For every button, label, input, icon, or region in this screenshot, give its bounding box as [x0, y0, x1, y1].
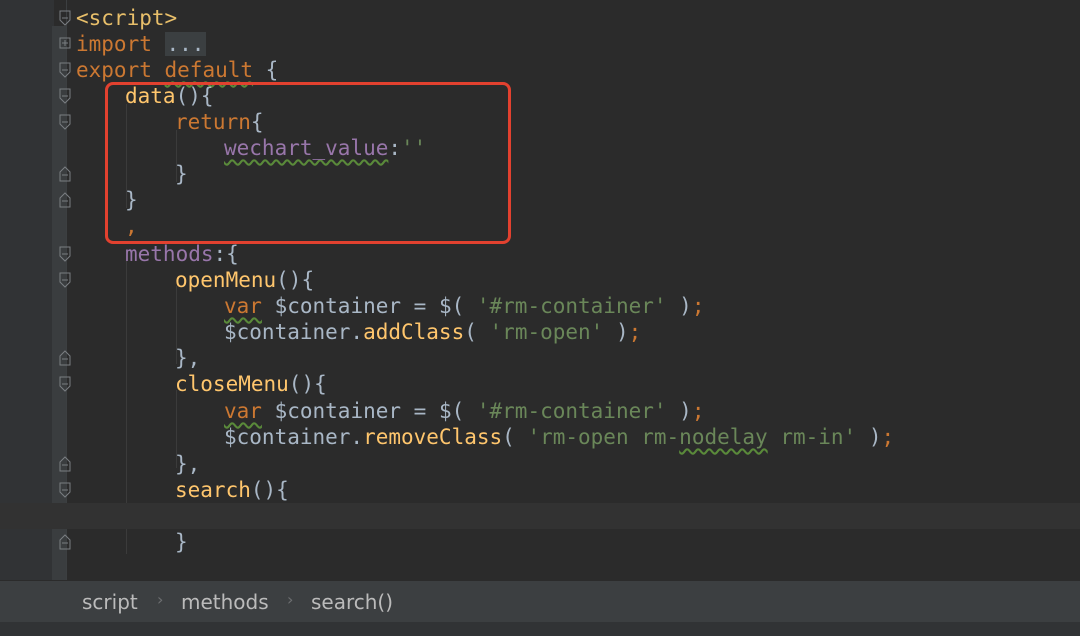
- fold-collapse-icon[interactable]: [59, 62, 71, 78]
- fold-collapse-icon[interactable]: [59, 246, 71, 262]
- fold-collapse-icon[interactable]: [59, 482, 71, 498]
- function-name: search: [175, 478, 251, 502]
- function-name: addClass: [363, 320, 465, 344]
- chevron-right-icon: ›: [157, 590, 164, 609]
- status-strip: [0, 622, 1080, 636]
- fold-collapse-icon[interactable]: [59, 272, 71, 288]
- fold-end-icon[interactable]: [59, 192, 71, 208]
- function-name: closeMenu: [175, 372, 289, 396]
- code-text: {: [253, 58, 279, 82]
- code-line[interactable]: search(){: [0, 477, 1080, 503]
- code-text: ): [666, 399, 692, 423]
- code-line[interactable]: },: [0, 345, 1080, 371]
- string-literal: '#rm-container': [476, 399, 667, 423]
- fold-end-icon[interactable]: [59, 166, 71, 182]
- semicolon: ;: [691, 399, 705, 423]
- breadcrumb-item-search[interactable]: search(): [311, 590, 393, 614]
- var-keyword: var: [224, 399, 262, 423]
- code-text: (){: [250, 478, 289, 502]
- breadcrumb-item-script[interactable]: script: [82, 590, 138, 614]
- string-literal: rm-in': [767, 425, 857, 449]
- code-text: ): [856, 425, 882, 449]
- code-line[interactable]: methods:{: [0, 241, 1080, 267]
- string-literal: '#rm-container': [476, 294, 667, 318]
- export-keyword: export: [76, 58, 152, 82]
- string-literal: 'rm-open': [489, 320, 604, 344]
- var-keyword: var: [224, 294, 262, 318]
- code-text: $container = $(: [261, 399, 477, 423]
- code-text: :{: [213, 242, 239, 266]
- code-line[interactable]: var $container = $( '#rm-container' );: [0, 398, 1080, 424]
- function-name: removeClass: [363, 425, 503, 449]
- breadcrumb-item-methods[interactable]: methods: [181, 590, 269, 614]
- code-editor[interactable]: <script> import ... export default { dat…: [0, 0, 1080, 580]
- property-name: methods: [125, 242, 214, 266]
- import-keyword: import: [76, 32, 152, 56]
- semicolon: ;: [691, 294, 705, 318]
- fold-collapse-icon[interactable]: [59, 10, 71, 26]
- semicolon: ;: [628, 320, 642, 344]
- annotation-highlight-box: [105, 82, 511, 244]
- breadcrumb: script › methods › search(): [0, 580, 1080, 623]
- code-text: (: [502, 425, 528, 449]
- code-line[interactable]: var $container = $( '#rm-container' );: [0, 293, 1080, 319]
- current-line[interactable]: [0, 503, 1080, 529]
- fold-end-icon[interactable]: [59, 534, 71, 550]
- chevron-right-icon: ›: [287, 590, 294, 609]
- string-literal: 'rm-open rm-: [527, 425, 680, 449]
- code-text: $container = $(: [261, 294, 477, 318]
- fold-end-icon[interactable]: [59, 456, 71, 472]
- code-text: },: [175, 346, 201, 370]
- script-tag: <script>: [76, 6, 178, 30]
- code-line[interactable]: <script>: [0, 5, 1080, 31]
- fold-expand-icon[interactable]: [59, 36, 71, 52]
- fold-collapse-icon[interactable]: [59, 88, 71, 104]
- semicolon: ;: [881, 425, 895, 449]
- code-text: $container.: [224, 320, 364, 344]
- code-line[interactable]: $container.addClass( 'rm-open' );: [0, 319, 1080, 345]
- code-line[interactable]: export default {: [0, 57, 1080, 83]
- code-line[interactable]: }: [0, 529, 1080, 555]
- default-keyword: default: [164, 58, 254, 82]
- code-text: }: [175, 530, 188, 554]
- code-text: $container.: [224, 425, 364, 449]
- code-line[interactable]: $container.removeClass( 'rm-open rm-node…: [0, 424, 1080, 450]
- code-text: ): [603, 320, 629, 344]
- function-name: openMenu: [175, 268, 277, 292]
- code-line[interactable]: },: [0, 451, 1080, 477]
- code-text: ): [666, 294, 692, 318]
- fold-collapse-icon[interactable]: [59, 376, 71, 392]
- code-text: (){: [276, 268, 315, 292]
- code-line[interactable]: import ...: [0, 31, 1080, 57]
- code-line[interactable]: closeMenu(){: [0, 371, 1080, 397]
- code-text: (){: [288, 372, 327, 396]
- fold-end-icon[interactable]: [59, 350, 71, 366]
- code-text: (: [464, 320, 490, 344]
- fold-collapse-icon[interactable]: [59, 114, 71, 130]
- folded-imports[interactable]: ...: [164, 32, 207, 56]
- string-literal: nodelay: [679, 425, 768, 449]
- code-text: },: [175, 452, 201, 476]
- code-line[interactable]: openMenu(){: [0, 267, 1080, 293]
